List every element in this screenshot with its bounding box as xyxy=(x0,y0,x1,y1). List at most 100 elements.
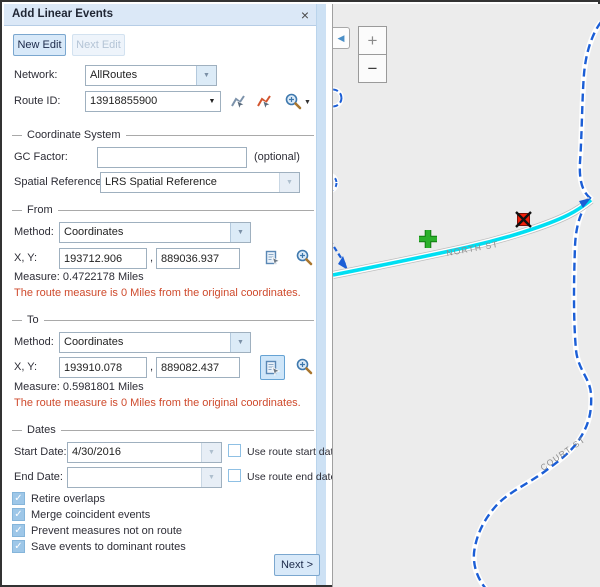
spatial-reference-dropdown: LRS Spatial Reference ▼ xyxy=(100,172,300,193)
check-icon: ✓ xyxy=(14,509,22,520)
merge-coincident-events-label: Merge coincident events xyxy=(31,509,150,521)
gc-factor-label: GC Factor: xyxy=(14,151,68,163)
use-route-start-date-label: Use route start date xyxy=(247,446,339,458)
to-legend-text: To xyxy=(27,314,39,326)
route-id-combo[interactable]: 13918855900 ▼ xyxy=(85,91,221,112)
to-warning-text: The route measure is 0 Miles from the or… xyxy=(14,397,301,409)
retire-overlaps-label: Retire overlaps xyxy=(31,493,105,505)
select-route-on-map-icon[interactable] xyxy=(255,93,273,111)
app-frame: Add Linear Events × New Edit Next Edit N… xyxy=(0,0,600,587)
dates-legend: Dates xyxy=(12,423,314,437)
prevent-measures-label: Prevent measures not on route xyxy=(31,525,182,537)
check-icon: ✓ xyxy=(14,493,22,504)
to-method-value: Coordinates xyxy=(60,333,230,352)
to-xy-label: X, Y: xyxy=(14,361,37,373)
add-linear-events-panel: Add Linear Events × New Edit Next Edit N… xyxy=(4,4,326,585)
chevron-down-icon[interactable]: ▼ xyxy=(201,443,221,462)
from-x-input[interactable] xyxy=(59,248,147,269)
to-y-input[interactable] xyxy=(156,357,240,378)
to-method-label: Method: xyxy=(14,336,54,348)
route-id-label: Route ID: xyxy=(14,95,60,107)
dates-legend-text: Dates xyxy=(27,424,56,436)
zoom-to-route-icon[interactable] xyxy=(284,92,302,110)
chevron-down-icon[interactable]: ▼ xyxy=(230,223,250,242)
highlighted-route[interactable] xyxy=(333,198,591,275)
coordinate-system-legend: Coordinate System xyxy=(12,128,314,142)
collapse-left-icon: ◀ xyxy=(338,33,345,44)
new-edit-button[interactable]: New Edit xyxy=(13,34,66,56)
from-point-marker-icon[interactable] xyxy=(419,230,437,248)
dashed-route-road xyxy=(474,22,600,587)
chevron-down-icon: ▼ xyxy=(279,173,299,192)
next-edit-button: Next Edit xyxy=(72,34,125,56)
from-measure-text: Measure: 0.4722178 Miles xyxy=(14,271,144,283)
map-zoom-control: + − xyxy=(358,26,387,83)
to-pick-location-icon[interactable] xyxy=(260,355,285,380)
dashed-loop-road xyxy=(333,90,342,192)
to-legend: To xyxy=(12,313,314,327)
from-xy-label: X, Y: xyxy=(14,252,37,264)
chevron-down-icon[interactable]: ▼ xyxy=(204,92,220,111)
start-date-dropdown[interactable]: 4/30/2016 ▼ xyxy=(67,442,222,463)
chevron-down-icon[interactable]: ▼ xyxy=(201,468,221,487)
spatial-reference-label: Spatial Reference: xyxy=(14,176,105,188)
dashed-connector-arrow xyxy=(333,240,348,270)
close-icon[interactable]: × xyxy=(301,6,309,24)
route-id-value: 13918855900 xyxy=(86,92,204,111)
from-method-label: Method: xyxy=(14,226,54,238)
coordinate-system-legend-text: Coordinate System xyxy=(27,129,121,141)
from-legend-text: From xyxy=(27,204,53,216)
panel-header: Add Linear Events × xyxy=(4,4,316,26)
use-route-end-date-checkbox[interactable] xyxy=(228,469,241,482)
prevent-measures-checkbox[interactable]: ✓ xyxy=(12,524,25,537)
use-route-end-date-label: Use route end date xyxy=(247,471,336,483)
save-events-dominant-checkbox[interactable]: ✓ xyxy=(12,540,25,553)
chevron-down-icon[interactable]: ▼ xyxy=(196,66,216,85)
from-pick-location-icon[interactable] xyxy=(262,247,283,268)
to-point-marker-icon[interactable] xyxy=(516,212,531,227)
retire-overlaps-checkbox[interactable]: ✓ xyxy=(12,492,25,505)
check-icon: ✓ xyxy=(14,525,22,536)
gc-factor-input[interactable] xyxy=(97,147,247,168)
plus-icon: + xyxy=(368,31,378,51)
check-icon: ✓ xyxy=(14,541,22,552)
from-method-value: Coordinates xyxy=(60,223,230,242)
from-method-dropdown[interactable]: Coordinates ▼ xyxy=(59,222,251,243)
minus-icon: − xyxy=(368,59,378,79)
zoom-out-button[interactable]: − xyxy=(358,54,387,83)
from-zoom-icon[interactable] xyxy=(295,248,313,266)
panel-title: Add Linear Events xyxy=(12,8,113,20)
zoom-options-caret-icon[interactable]: ▼ xyxy=(304,99,311,106)
panel-scroll-strip[interactable] xyxy=(316,4,326,585)
from-legend: From xyxy=(12,203,314,217)
start-date-value: 4/30/2016 xyxy=(68,443,201,462)
start-date-label: Start Date: xyxy=(14,446,67,458)
to-zoom-icon[interactable] xyxy=(295,357,313,375)
select-route-icon[interactable] xyxy=(229,93,247,111)
next-button[interactable]: Next > xyxy=(274,554,320,576)
spatial-reference-value: LRS Spatial Reference xyxy=(101,173,279,192)
save-events-dominant-label: Save events to dominant routes xyxy=(31,541,186,553)
network-dropdown[interactable]: AllRoutes ▼ xyxy=(85,65,217,86)
chevron-down-icon[interactable]: ▼ xyxy=(230,333,250,352)
network-value: AllRoutes xyxy=(86,66,196,85)
to-x-input[interactable] xyxy=(59,357,147,378)
to-method-dropdown[interactable]: Coordinates ▼ xyxy=(59,332,251,353)
collapse-panel-button[interactable]: ◀ xyxy=(333,27,350,49)
gc-factor-optional-note: (optional) xyxy=(254,151,300,163)
end-date-value xyxy=(68,468,201,487)
zoom-in-button[interactable]: + xyxy=(358,26,387,55)
use-route-start-date-checkbox[interactable] xyxy=(228,444,241,457)
from-warning-text: The route measure is 0 Miles from the or… xyxy=(14,287,301,299)
from-y-input[interactable] xyxy=(156,248,240,269)
street-label-north-st: NORTH ST xyxy=(446,239,500,258)
to-xy-separator: , xyxy=(150,361,153,373)
network-label: Network: xyxy=(14,69,57,81)
map-canvas: NORTH ST COURT ST xyxy=(333,4,600,587)
merge-coincident-events-checkbox[interactable]: ✓ xyxy=(12,508,25,521)
to-measure-text: Measure: 0.5981801 Miles xyxy=(14,381,144,393)
end-date-dropdown[interactable]: ▼ xyxy=(67,467,222,488)
map-view[interactable]: NORTH ST COURT ST ◀ + − xyxy=(332,4,600,587)
street-label-court-st: COURT ST xyxy=(538,434,587,472)
from-xy-separator: , xyxy=(150,252,153,264)
